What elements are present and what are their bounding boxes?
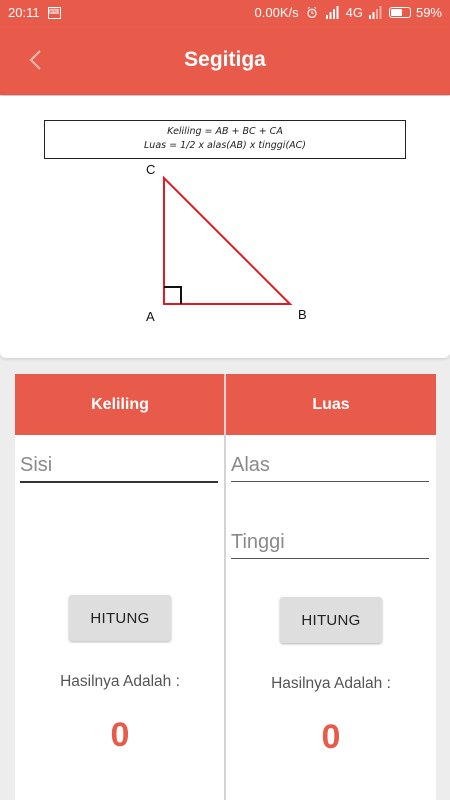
- keliling-header: Keliling: [15, 374, 225, 435]
- status-time: 20:11: [8, 5, 40, 20]
- triangle-diagram: [163, 175, 293, 305]
- network-speed: 0.00K/s: [254, 5, 299, 20]
- alas-input-underline: [231, 481, 429, 482]
- luas-panel: Luas Alas Tinggi HITUNG Hasilnya Adalah …: [226, 374, 436, 800]
- luas-result-value: 0: [321, 718, 341, 756]
- luas-result-label: Hasilnya Adalah :: [271, 675, 391, 692]
- battery-icon: [388, 7, 411, 18]
- keliling-panel: Keliling Sisi HITUNG Hasilnya Adalah : 0: [15, 374, 225, 800]
- luas-header: Luas: [226, 374, 436, 435]
- status-bar: 20:11 ⌨ 0.00K/s 4G 59%: [0, 0, 450, 25]
- keliling-result-label: Hasilnya Adalah :: [60, 673, 180, 690]
- sisi-input[interactable]: Sisi: [20, 450, 218, 480]
- signal-icon: [325, 6, 339, 19]
- battery-fill: [390, 9, 402, 16]
- keyboard-notification-icon: ⌨: [47, 6, 61, 19]
- page-title: Segitiga: [184, 48, 266, 71]
- luas-hitung-button[interactable]: HITUNG: [280, 597, 382, 643]
- alarm-icon: [306, 6, 317, 18]
- vertex-label-c: C: [146, 162, 156, 177]
- vertex-label-b: B: [298, 307, 307, 322]
- app-bar: Segitiga: [0, 25, 450, 95]
- formula-card: Keliling = AB + BC + CA Luas = 1/2 x ala…: [0, 96, 450, 358]
- alas-input[interactable]: Alas: [231, 450, 429, 480]
- tinggi-input-underline: [231, 558, 429, 559]
- signal-icon-2: [368, 6, 382, 19]
- keliling-hitung-button[interactable]: HITUNG: [69, 595, 171, 641]
- sisi-input-underline: [20, 481, 218, 483]
- tinggi-input[interactable]: Tinggi: [231, 527, 429, 557]
- keliling-result-value: 0: [110, 716, 130, 754]
- vertex-label-a: A: [146, 309, 155, 324]
- triangle-shape: [163, 175, 293, 305]
- right-angle-marker: [164, 286, 182, 304]
- network-type: 4G: [345, 5, 363, 20]
- battery-percent: 59%: [415, 5, 442, 20]
